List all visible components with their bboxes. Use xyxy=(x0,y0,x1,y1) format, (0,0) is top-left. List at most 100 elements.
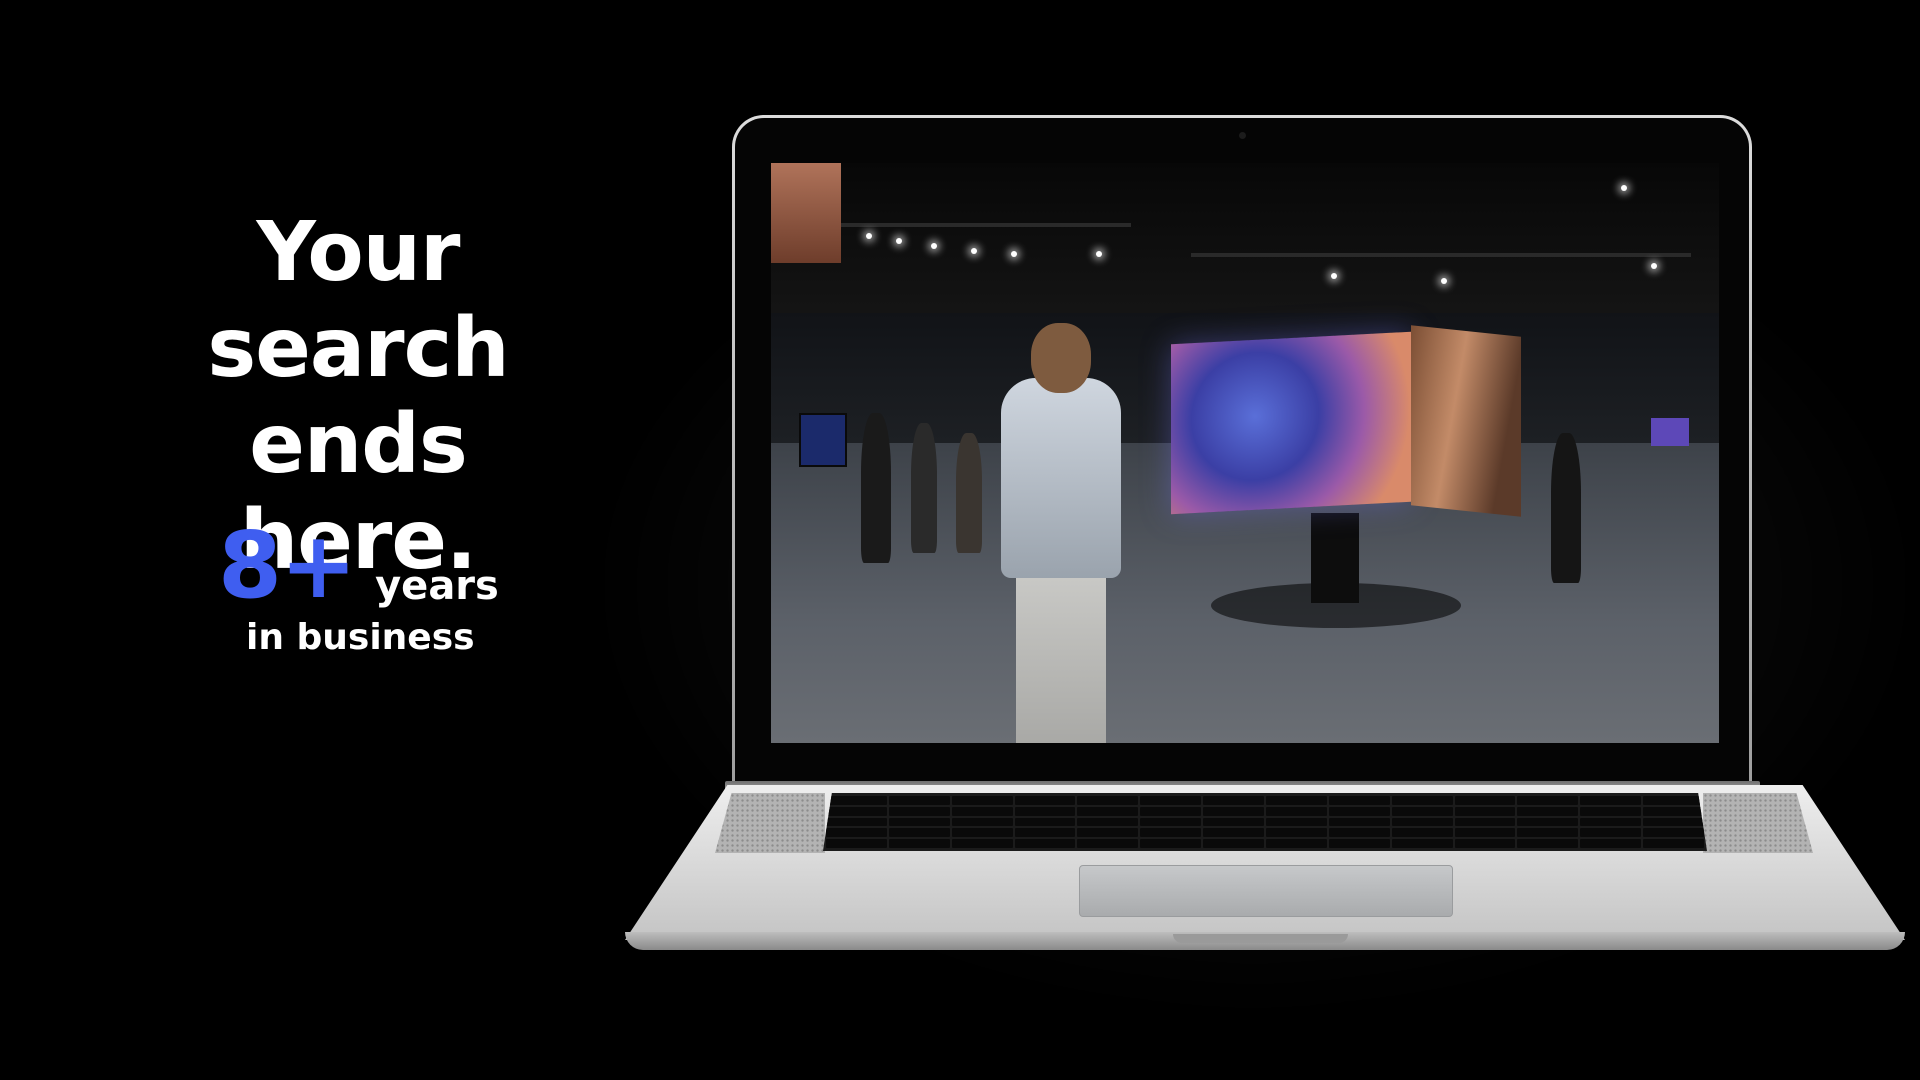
keyboard-key xyxy=(888,839,950,848)
scene-person-main xyxy=(1001,378,1121,578)
keyboard-key xyxy=(1014,839,1076,848)
keyboard-key xyxy=(888,806,950,816)
keyboard-key xyxy=(1517,817,1579,827)
stat-caption: in business xyxy=(246,617,475,658)
laptop-base xyxy=(625,785,1905,950)
keyboard-key xyxy=(1643,796,1704,805)
scene-truss xyxy=(831,223,1131,227)
keyboard-key xyxy=(1328,839,1390,848)
scene-ceiling xyxy=(771,163,1719,333)
scene-cube-post xyxy=(1311,513,1359,603)
scene-light xyxy=(1621,185,1627,191)
keyboard-key xyxy=(1266,817,1327,827)
keyboard-key xyxy=(1266,806,1327,816)
laptop-screen-video[interactable] xyxy=(771,163,1719,743)
keyboard-key xyxy=(1203,839,1264,848)
scene-cube-screen xyxy=(1171,331,1411,515)
keyboard-key xyxy=(1203,828,1264,838)
keyboard-key xyxy=(1328,817,1390,827)
scene-person xyxy=(911,423,937,553)
keyboard-key xyxy=(1454,839,1516,848)
keyboard-key xyxy=(1643,806,1704,816)
keyboard-key xyxy=(1328,828,1390,838)
keyboard-key xyxy=(1014,796,1076,805)
keyboard-key xyxy=(826,839,887,848)
keyboard-key xyxy=(1077,817,1139,827)
keyboard-key xyxy=(1517,796,1579,805)
keyboard-key xyxy=(951,806,1013,816)
keyboard-key xyxy=(1517,828,1579,838)
laptop-keyboard xyxy=(823,793,1707,851)
keyboard-key xyxy=(1454,796,1516,805)
stat-number: 8+ xyxy=(218,512,357,619)
keyboard-key xyxy=(1203,796,1264,805)
scene-display-panel xyxy=(1651,418,1689,446)
keyboard-key xyxy=(1391,796,1453,805)
laptop-lid xyxy=(732,115,1752,795)
scene-truss xyxy=(1191,253,1691,257)
keyboard-key xyxy=(1517,839,1579,848)
keyboard-key xyxy=(1643,817,1704,827)
keyboard-key xyxy=(826,828,887,838)
keyboard-key xyxy=(1580,796,1642,805)
scene-cube-screen xyxy=(1411,325,1521,517)
keyboard-key xyxy=(1580,817,1642,827)
laptop-bezel xyxy=(735,118,1749,792)
keyboard-key xyxy=(1140,817,1202,827)
scene-person xyxy=(861,413,891,563)
speaker-grille-left xyxy=(715,793,825,853)
keyboard-key xyxy=(1014,828,1076,838)
keyboard-key xyxy=(1203,806,1264,816)
keyboard-key xyxy=(951,796,1013,805)
stat-unit: years xyxy=(375,563,499,609)
keyboard-key xyxy=(888,796,950,805)
keyboard-key xyxy=(1140,796,1202,805)
keyboard-key xyxy=(1454,817,1516,827)
scene-light xyxy=(896,238,902,244)
keyboard-key xyxy=(951,817,1013,827)
speaker-grille-right xyxy=(1703,793,1813,853)
keyboard-key xyxy=(1140,839,1202,848)
scene-light xyxy=(931,243,937,249)
keyboard-key xyxy=(1517,806,1579,816)
scene-light xyxy=(1096,251,1102,257)
scene-light xyxy=(1651,263,1657,269)
keyboard-key xyxy=(1328,796,1390,805)
keyboard-key xyxy=(1454,828,1516,838)
scene-light xyxy=(1011,251,1017,257)
keyboard-key xyxy=(1580,806,1642,816)
keyboard-key xyxy=(1140,806,1202,816)
keyboard-key xyxy=(1391,828,1453,838)
keyboard-key xyxy=(888,817,950,827)
keyboard-key xyxy=(1014,806,1076,816)
keyboard-key xyxy=(888,828,950,838)
scene-light xyxy=(1331,273,1337,279)
exhibition-scene-image xyxy=(771,163,1719,743)
keyboard-key xyxy=(951,839,1013,848)
headline-line-1: Your search xyxy=(207,205,509,396)
scene-person xyxy=(956,433,982,553)
laptop-lid-notch xyxy=(1173,934,1348,943)
keyboard-key xyxy=(1391,839,1453,848)
keyboard-key xyxy=(1077,828,1139,838)
scene-light xyxy=(1441,278,1447,284)
keyboard-key xyxy=(1643,828,1704,838)
keyboard-key xyxy=(1203,817,1264,827)
laptop-trackpad xyxy=(1079,865,1453,917)
keyboard-key xyxy=(826,796,887,805)
keyboard-key xyxy=(1266,796,1327,805)
scene-light xyxy=(971,248,977,254)
keyboard-key xyxy=(1580,828,1642,838)
scene-person-main xyxy=(1031,323,1091,393)
keyboard-key xyxy=(1140,828,1202,838)
keyboard-key xyxy=(1077,796,1139,805)
keyboard-key xyxy=(1643,839,1704,848)
scene-display-panel xyxy=(799,413,847,467)
scene-person xyxy=(1551,433,1581,583)
keyboard-key xyxy=(1454,806,1516,816)
scene-person-main xyxy=(1016,573,1106,743)
keyboard-key xyxy=(1077,806,1139,816)
keyboard-key xyxy=(1328,806,1390,816)
keyboard-key xyxy=(826,806,887,816)
keyboard-key xyxy=(1077,839,1139,848)
